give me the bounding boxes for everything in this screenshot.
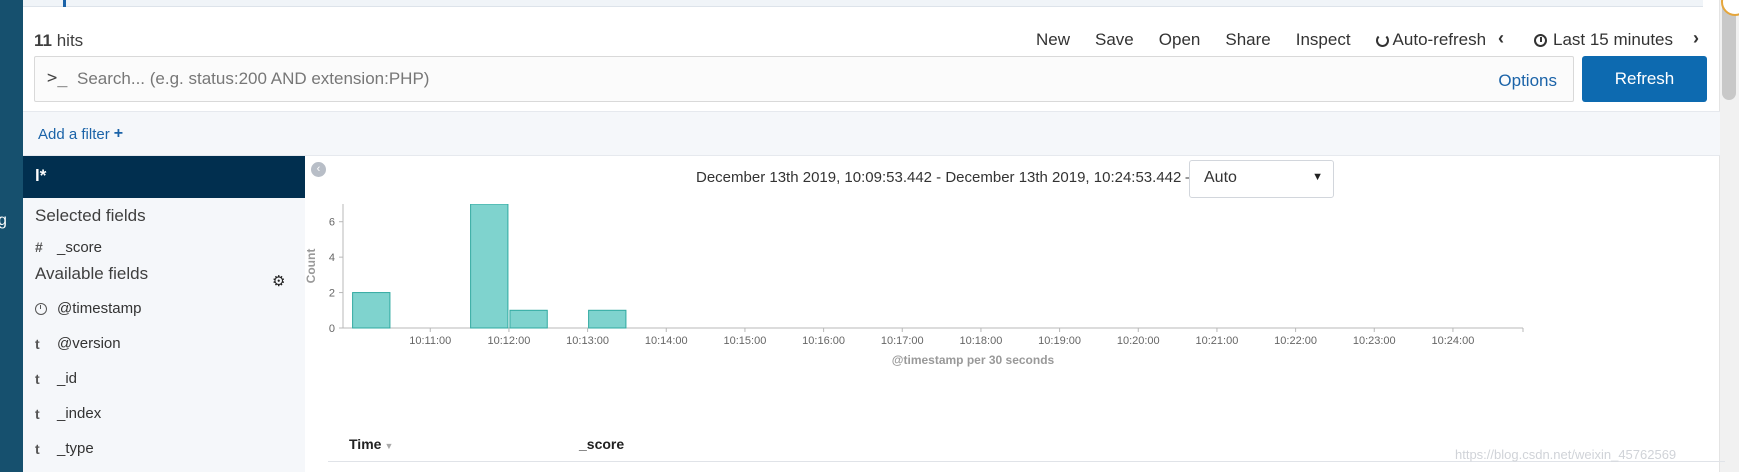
selected-fields-title: Selected fields — [35, 206, 146, 225]
search-input[interactable] — [77, 65, 1377, 93]
app-nav-rail: g — [0, 0, 23, 472]
field-name: _index — [57, 405, 102, 422]
y-tick-label: 6 — [329, 217, 335, 229]
x-tick-label: 10:20:00 — [1117, 335, 1160, 347]
nav-rail-label-fragment: g — [0, 212, 7, 229]
query-bar: >_ Options — [34, 56, 1574, 102]
x-tick-label: 10:23:00 — [1353, 335, 1396, 347]
collapse-sidebar-icon[interactable]: ‹ — [311, 162, 326, 177]
time-forward-chevron-icon[interactable]: › — [1693, 28, 1699, 49]
discover-main-panel: ‹ December 13th 2019, 10:09:53.442 - Dec… — [305, 156, 1725, 472]
save-button[interactable]: Save — [1095, 30, 1134, 50]
page-scrollbar[interactable] — [1719, 0, 1739, 472]
x-tick-label: 10:13:00 — [566, 335, 609, 347]
x-tick-label: 10:18:00 — [960, 335, 1003, 347]
x-tick-label: 10:24:00 — [1432, 335, 1475, 347]
histogram-bar — [588, 309, 627, 329]
plus-icon: + — [113, 125, 124, 142]
histogram-bar — [509, 309, 548, 329]
y-tick-label: 2 — [329, 288, 335, 300]
add-filter-button[interactable]: Add a filter + — [38, 125, 123, 143]
share-button[interactable]: Share — [1225, 30, 1270, 50]
y-tick-label: 0 — [329, 323, 335, 335]
top-strip-marker — [63, 0, 66, 7]
x-tick-label: 10:12:00 — [488, 335, 531, 347]
field-row-timestamp[interactable]: @timestamp — [23, 291, 305, 326]
inspect-button[interactable]: Inspect — [1296, 30, 1351, 50]
time-picker[interactable]: Last 15 minutes — [1534, 30, 1673, 50]
clock-icon — [1534, 33, 1547, 47]
field-row-score[interactable]: # _score — [23, 230, 305, 264]
add-filter-label: Add a filter — [38, 125, 110, 143]
string-type-icon: t — [35, 405, 40, 422]
y-tick-label: 4 — [329, 252, 335, 264]
top-nav-menu: New Save Open Share Inspect Auto-refresh — [1036, 30, 1511, 50]
x-tick-label: 10:15:00 — [724, 335, 767, 347]
field-row-version[interactable]: t @version — [23, 326, 305, 361]
x-tick-label: 10:19:00 — [1038, 335, 1081, 347]
auto-refresh-label: Auto-refresh — [1392, 30, 1487, 49]
column-header-score[interactable]: _score — [579, 436, 624, 452]
interval-select[interactable]: Auto ▼ — [1189, 160, 1334, 198]
time-range-text: December 13th 2019, 10:09:53.442 - Decem… — [696, 169, 1201, 186]
field-name: _id — [57, 370, 78, 387]
interval-value: Auto — [1204, 169, 1237, 186]
histogram-chart: 0 2 4 6 10:11:00 10:12:00 10:13:00 10:14:00 10:1… — [305, 204, 1524, 367]
field-row-type[interactable]: t _type — [23, 431, 305, 466]
hits-count: 11 hits — [34, 31, 83, 51]
open-button[interactable]: Open — [1159, 30, 1201, 50]
gear-icon[interactable]: ⚙ — [272, 272, 285, 290]
x-tick-label: 10:21:00 — [1196, 335, 1239, 347]
x-tick-label: 10:11:00 — [409, 335, 451, 347]
field-sidebar: l* Selected fields # _score Available fi… — [23, 156, 305, 472]
top-strip — [23, 0, 1703, 7]
column-header-time[interactable]: Time ▼ — [349, 436, 393, 452]
column-header-time-label: Time — [349, 436, 382, 452]
time-back-chevron-icon[interactable]: ‹ — [1498, 28, 1504, 49]
date-type-icon — [35, 302, 47, 315]
field-name: _score — [57, 238, 103, 256]
options-link[interactable]: Options — [1498, 71, 1557, 91]
x-tick-label: 10:17:00 — [881, 335, 924, 347]
field-row-index[interactable]: t _index — [23, 396, 305, 431]
available-fields-title: Available fields — [35, 264, 149, 283]
caret-down-icon: ▼ — [1312, 171, 1323, 183]
refresh-icon — [1375, 33, 1389, 47]
x-axis-title: @timestamp per 30 seconds — [892, 353, 1055, 367]
string-type-icon: t — [35, 335, 40, 352]
x-tick-label: 10:16:00 — [802, 335, 845, 347]
y-axis-title: Count — [305, 249, 318, 284]
hits-label: hits — [56, 31, 84, 50]
filter-bar: Add a filter + — [23, 111, 1720, 156]
histogram-bar — [352, 292, 391, 329]
histogram-bar — [470, 204, 509, 329]
x-tick-label: 10:14:00 — [645, 335, 688, 347]
number-type-icon: # — [35, 239, 43, 255]
string-type-icon: t — [35, 440, 40, 457]
index-pattern-selector[interactable]: l* — [23, 156, 305, 198]
time-range-label: Last 15 minutes — [1553, 30, 1674, 49]
watermark: https://blog.csdn.net/weixin_45762569 — [1455, 447, 1677, 462]
hits-number: 11 — [34, 31, 52, 50]
query-language-prompt-icon[interactable]: >_ — [47, 68, 67, 88]
field-row-id[interactable]: t _id — [23, 361, 305, 396]
sort-desc-icon[interactable]: ▼ — [384, 441, 393, 451]
new-button[interactable]: New — [1036, 30, 1070, 50]
x-tick-label: 10:22:00 — [1274, 335, 1317, 347]
field-name: _type — [57, 440, 94, 457]
string-type-icon: t — [35, 370, 40, 387]
field-name: @timestamp — [57, 300, 142, 317]
auto-refresh-button[interactable]: Auto-refresh — [1375, 30, 1487, 50]
refresh-button[interactable]: Refresh — [1582, 56, 1707, 102]
field-name: @version — [57, 335, 121, 352]
